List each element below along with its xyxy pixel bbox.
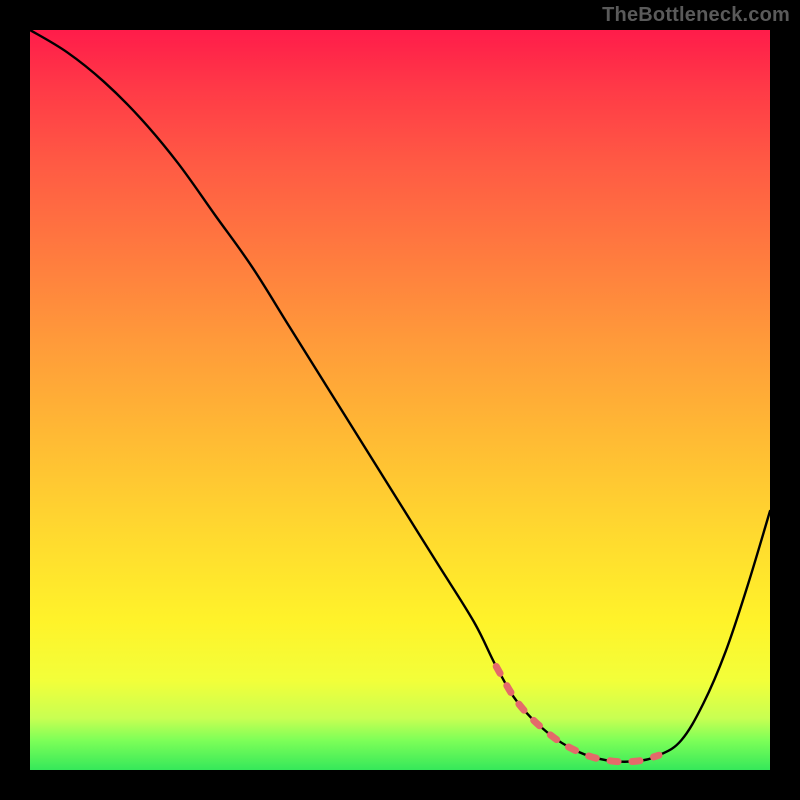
optimal-range-marker [496,666,659,761]
watermark-text: TheBottleneck.com [602,4,790,27]
chart-svg [30,30,770,770]
bottleneck-curve [30,30,770,762]
chart-frame: TheBottleneck.com [0,0,800,800]
plot-area [30,30,770,770]
